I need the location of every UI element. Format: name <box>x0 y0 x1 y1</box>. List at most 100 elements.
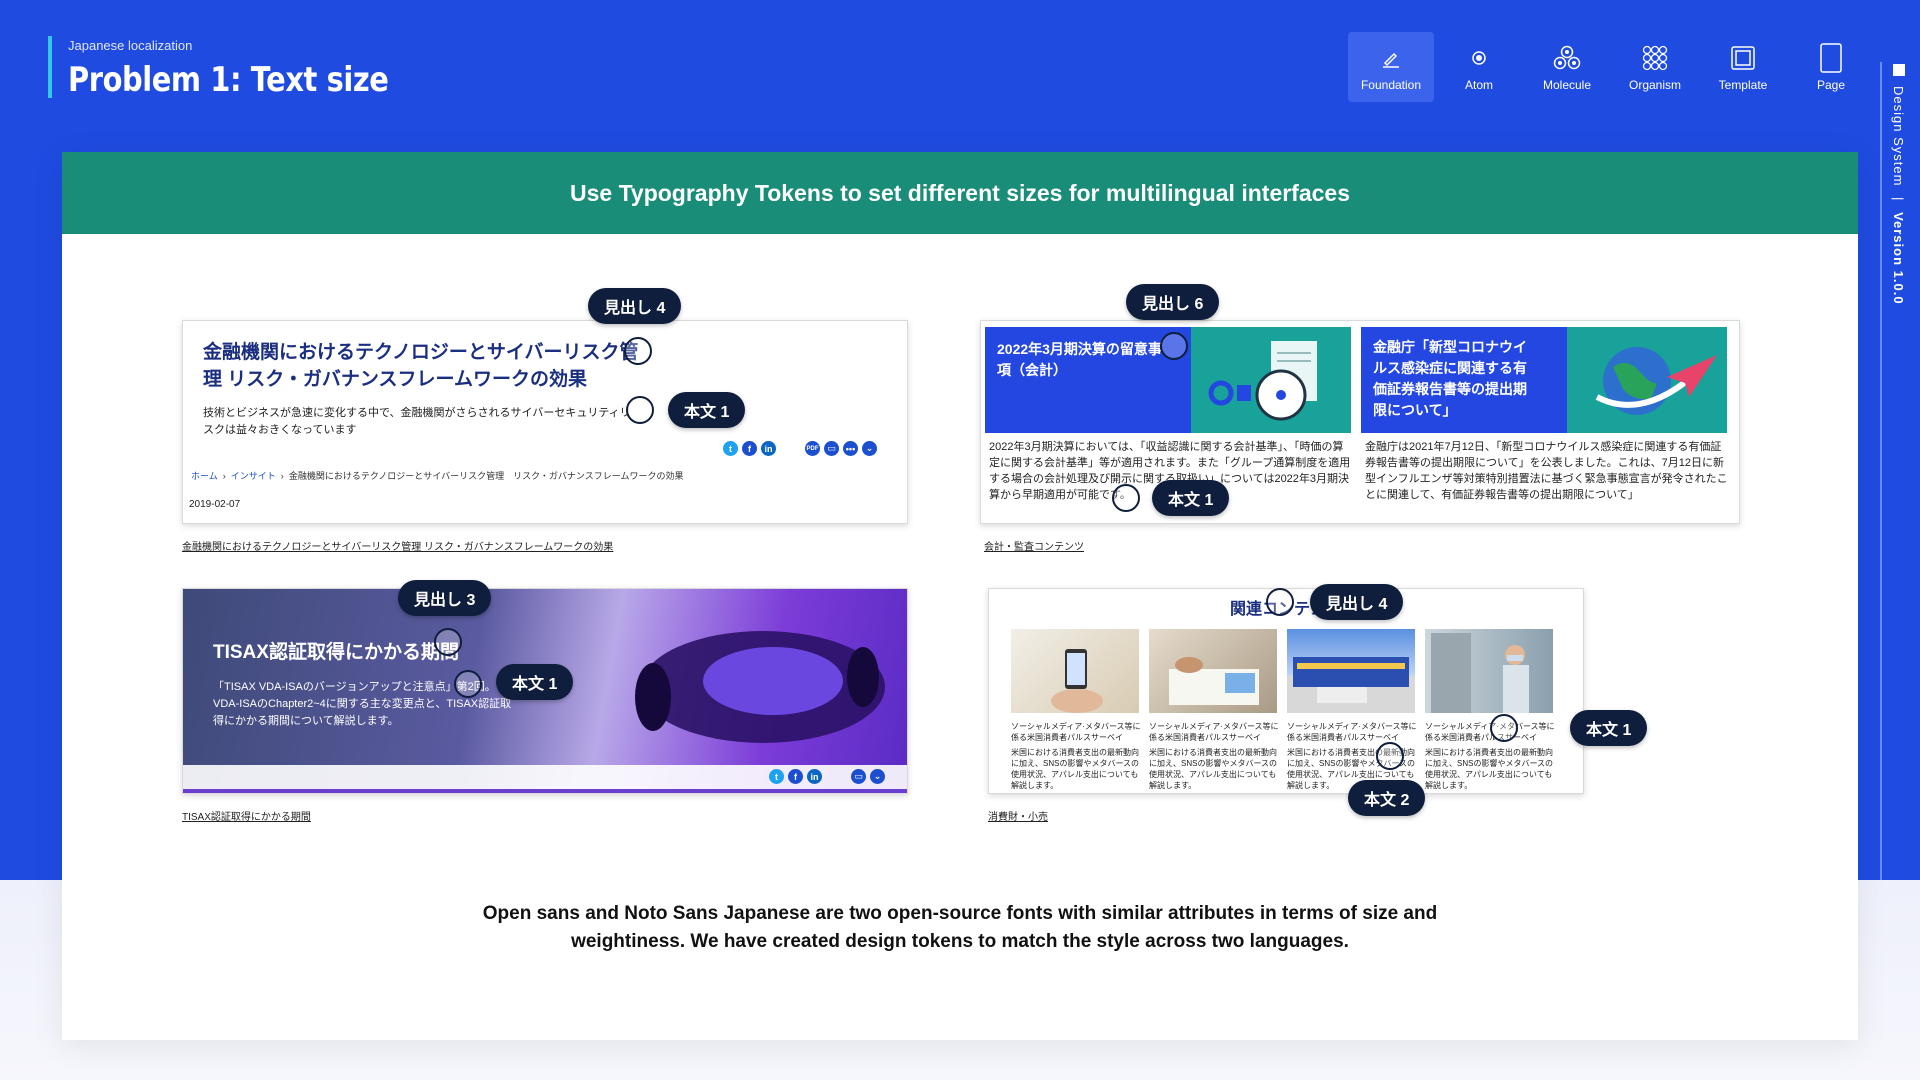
nav-label: Template <box>1718 78 1768 92</box>
nav-item-template[interactable]: Template <box>1700 32 1786 102</box>
atom-icon <box>1467 42 1491 74</box>
header-subtitle: Japanese localization <box>68 38 193 53</box>
token-tag-heading: 見出し 4 <box>1310 584 1404 620</box>
pdf-icon[interactable]: PDF <box>805 441 820 456</box>
breadcrumb-separator: › <box>280 471 284 481</box>
breadcrumb-insight[interactable]: インサイト <box>231 471 276 481</box>
nav-item-molecule[interactable]: Molecule <box>1524 32 1610 102</box>
header-accent-bar <box>48 36 52 98</box>
token-tag-body: 本文 1 <box>1570 710 1648 746</box>
thumbnail-shopper[interactable] <box>1425 629 1553 713</box>
nav-item-page[interactable]: Page <box>1788 32 1874 102</box>
panel-caption[interactable]: 消費財・小売 <box>988 808 1048 823</box>
token-marker <box>1376 742 1404 770</box>
token-marker <box>1160 332 1188 360</box>
nav-label: Page <box>1816 78 1846 92</box>
token-tag-body-2: 本文 2 <box>1348 780 1426 816</box>
share-icons: t f in <box>723 441 776 456</box>
page-icon <box>1815 42 1847 74</box>
panel-caption[interactable]: 金融機関におけるテクノロジーとサイバーリスク管理 リスク・ガバナンスフレームワー… <box>182 538 613 553</box>
thumbnail-desk[interactable] <box>1149 629 1277 713</box>
breadcrumb: ホーム › インサイト › 金融機関におけるテクノロジーとサイバーリスク管理 リ… <box>191 469 683 482</box>
token-marker <box>1112 484 1140 512</box>
related-item-body: 米国における消費者支出の最新動向に加え、SNSの影響やメタバースの使用状況、アパ… <box>1149 748 1278 790</box>
nav-item-atom[interactable]: Atom <box>1436 32 1522 102</box>
breadcrumb-separator: › <box>222 471 226 481</box>
hero-accent-strip <box>183 789 907 793</box>
related-item-title[interactable]: ソーシャルメディア·メタバース等に係る米国消費者パルスサーベイ <box>1287 721 1417 743</box>
related-item-title[interactable]: ソーシャルメディア·メタバース等に係る米国消費者パルスサーベイ <box>1149 721 1279 743</box>
chevron-down-icon[interactable]: ⌄ <box>870 769 885 784</box>
more-icon[interactable]: ••• <box>843 441 858 456</box>
card-tile-2[interactable]: 金融庁「新型コロナウイルス感染症に関連する有価証券報告書等の提出期限について」 <box>1361 327 1567 433</box>
sidebar-version-label: Design System | Version 1.0.0 <box>1891 86 1906 305</box>
pen-icon <box>1379 42 1403 74</box>
nav-label: Organism <box>1628 78 1681 92</box>
content-card: Use Typography Tokens to set different s… <box>62 152 1858 1040</box>
design-system-nav: Foundation Atom Molecule Organism Templa… <box>1348 32 1876 102</box>
token-tag-heading: 見出し 6 <box>1126 284 1220 320</box>
token-tag-body: 本文 1 <box>668 392 746 428</box>
facebook-icon[interactable]: f <box>742 441 757 456</box>
related-item-body: 米国における消費者支出の最新動向に加え、SNSの影響やメタバースの使用状況、アパ… <box>1425 748 1554 790</box>
action-icons: PDF ▭ ••• ⌄ <box>805 441 877 456</box>
twitter-icon[interactable]: t <box>723 441 738 456</box>
nav-label: Molecule <box>1542 78 1592 92</box>
token-tag-heading: 見出し 3 <box>398 580 492 616</box>
action-icons: ▭ ⌄ <box>851 769 885 784</box>
related-item-body: 米国における消費者支出の最新動向に加え、SNSの影響やメタバースの使用状況、アパ… <box>1011 748 1140 790</box>
sidebar-label: Design System <box>1891 86 1906 187</box>
token-marker <box>434 628 462 656</box>
sidebar-divider <box>1880 62 1882 880</box>
token-tag-heading: 見出し 4 <box>588 288 682 324</box>
sample-panel-cards: 2022年3月期決算の留意事項（会計） 金融庁「新型コロナウイルス感染症に関連す… <box>980 320 1740 524</box>
thumbnail-phone[interactable] <box>1011 629 1139 713</box>
chevron-down-icon[interactable]: ⌄ <box>862 441 877 456</box>
card-title: 金融庁「新型コロナウイルス感染症に関連する有価証券報告書等の提出期限について」 <box>1373 339 1527 418</box>
template-icon <box>1727 42 1759 74</box>
card-image-2 <box>1567 327 1727 433</box>
footnote-text: Open sans and Noto Sans Japanese are two… <box>482 903 1438 952</box>
print-icon[interactable]: ▭ <box>824 441 839 456</box>
car-illustration <box>635 631 885 743</box>
version-text: Version 1.0.0 <box>1891 212 1906 305</box>
nav-label: Atom <box>1464 78 1493 92</box>
sidebar-square-icon <box>1893 64 1905 76</box>
sidebar-separator: | <box>1891 197 1906 202</box>
nav-label: Foundation <box>1360 78 1422 92</box>
sample-panel-related: 関連コンテンツ ソーシャルメディア·メタバース等に係る米国消費者パルスサーベイ … <box>988 588 1584 794</box>
sample-panel-article: 金融機関におけるテクノロジーとサイバーリスク管理 リスク・ガバナンスフレームワー… <box>182 320 908 524</box>
nav-item-foundation[interactable]: Foundation <box>1348 32 1434 102</box>
card-text-2: 金融庁は2021年7月12日、「新型コロナウイルス感染症に関連する有価証券報告書… <box>1365 441 1728 501</box>
card-title: 2022年3月期決算の留意事項（会計） <box>997 341 1162 378</box>
banner-text: Use Typography Tokens to set different s… <box>569 179 1351 206</box>
related-item-title[interactable]: ソーシャルメディア·メタバース等に係る米国消費者パルスサーベイ <box>1011 721 1141 743</box>
facebook-icon[interactable]: f <box>788 769 803 784</box>
thumbnail-warehouse[interactable] <box>1287 629 1415 713</box>
panel-caption[interactable]: 会計・監査コンテンツ <box>984 538 1084 553</box>
breadcrumb-current: 金融機関におけるテクノロジーとサイバーリスク管理 リスク・ガバナンスフレームワー… <box>288 471 684 481</box>
nav-item-organism[interactable]: Organism <box>1612 32 1698 102</box>
linkedin-icon[interactable]: in <box>807 769 822 784</box>
print-icon[interactable]: ▭ <box>851 769 866 784</box>
page-title: Problem 1: Text size <box>68 60 389 100</box>
token-tag-body: 本文 1 <box>1152 480 1230 516</box>
token-marker <box>1490 714 1518 742</box>
card-image-1 <box>1191 327 1351 433</box>
token-marker <box>624 337 652 365</box>
organism-icon <box>1639 42 1671 74</box>
token-tag-body: 本文 1 <box>496 664 574 700</box>
token-marker <box>454 670 482 698</box>
footnote: Open sans and Noto Sans Japanese are two… <box>62 900 1858 956</box>
share-icons: t f in <box>769 769 822 784</box>
token-marker <box>626 396 654 424</box>
banner: Use Typography Tokens to set different s… <box>62 152 1858 234</box>
article-date: 2019-02-07 <box>189 499 241 510</box>
article-body: 技術とビジネスが急速に変化する中で、金融機関がさらされるサイバーセキュリティリス… <box>203 407 631 436</box>
panel-caption[interactable]: TISAX認証取得にかかる期間 <box>182 808 311 823</box>
article-title: 金融機関におけるテクノロジーとサイバーリスク管理 リスク・ガバナンスフレームワー… <box>203 342 639 390</box>
linkedin-icon[interactable]: in <box>761 441 776 456</box>
molecule-icon <box>1551 42 1583 74</box>
twitter-icon[interactable]: t <box>769 769 784 784</box>
breadcrumb-home[interactable]: ホーム <box>191 471 218 481</box>
